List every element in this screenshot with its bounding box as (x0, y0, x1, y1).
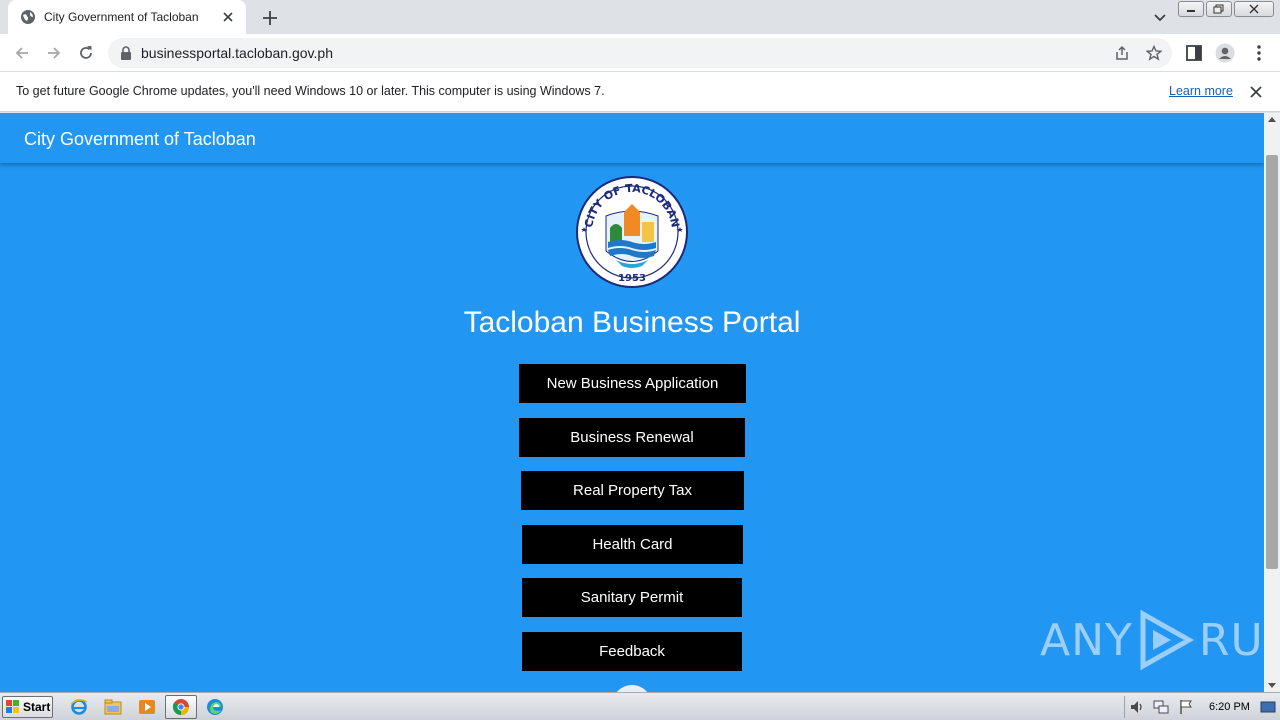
restore-button[interactable] (1206, 1, 1232, 17)
city-seal-logo: CITY OF TACLOBAN 1953 (576, 176, 688, 288)
chrome-icon (172, 699, 189, 715)
floating-action-button[interactable] (612, 685, 652, 692)
windows-taskbar: Start 6:20 PM (0, 692, 1280, 720)
scrollbar-thumb[interactable] (1266, 155, 1278, 569)
svg-text:1953: 1953 (618, 273, 646, 284)
internet-explorer-icon[interactable] (70, 698, 88, 716)
close-window-button[interactable] (1234, 1, 1274, 17)
action-center-flag-icon[interactable] (1177, 698, 1195, 716)
header-title: City Government of Tacloban (24, 129, 256, 149)
forward-icon[interactable] (44, 43, 64, 63)
profile-avatar-icon[interactable] (1215, 43, 1235, 63)
kebab-menu-icon[interactable] (1249, 43, 1269, 63)
feedback-button[interactable]: Feedback (522, 632, 742, 671)
url-text[interactable]: businessportal.tacloban.gov.ph (141, 45, 333, 61)
show-desktop-icon[interactable] (1259, 698, 1277, 716)
file-explorer-icon[interactable] (104, 698, 122, 716)
learn-more-link[interactable]: Learn more (1169, 84, 1233, 98)
start-button[interactable]: Start (2, 696, 53, 718)
start-label: Start (23, 700, 51, 714)
close-icon (1249, 4, 1259, 14)
minimize-button[interactable] (1178, 1, 1204, 17)
media-player-icon[interactable] (138, 698, 156, 716)
chrome-taskbar-button[interactable] (165, 695, 197, 719)
portal-title: Tacloban Business Portal (463, 306, 801, 339)
new-business-application-button[interactable]: New Business Application (519, 364, 746, 403)
edge-icon[interactable] (206, 698, 224, 716)
business-renewal-button[interactable]: Business Renewal (519, 418, 745, 457)
anyrun-watermark: ANY RUN (1040, 608, 1280, 672)
watermark-text-left: ANY (1040, 614, 1133, 666)
taskbar-clock[interactable]: 6:20 PM (1209, 701, 1250, 713)
back-icon[interactable] (12, 43, 32, 63)
browser-toolbar: businessportal.tacloban.gov.ph (0, 34, 1280, 72)
close-infobar-icon[interactable] (1248, 84, 1264, 100)
scroll-down-icon[interactable] (1268, 683, 1276, 688)
chevron-down-icon[interactable] (1152, 9, 1168, 25)
address-bar[interactable]: businessportal.tacloban.gov.ph (108, 38, 1172, 68)
new-tab-icon[interactable] (259, 7, 281, 29)
share-icon[interactable] (1114, 45, 1130, 61)
tray-separator (1124, 696, 1125, 718)
browser-tab[interactable]: City Government of Tacloban (8, 0, 246, 34)
scroll-up-icon[interactable] (1268, 117, 1276, 122)
sanitary-permit-button[interactable]: Sanitary Permit (522, 578, 742, 617)
minimize-icon (1187, 10, 1195, 12)
restore-icon (1213, 4, 1224, 14)
health-card-button[interactable]: Health Card (522, 525, 743, 564)
bookmark-star-icon[interactable] (1146, 45, 1162, 61)
tab-title: City Government of Tacloban (44, 10, 199, 24)
globe-icon (21, 10, 35, 24)
reload-icon[interactable] (76, 43, 96, 63)
volume-icon[interactable] (1128, 698, 1146, 716)
play-triangle-icon (1140, 610, 1194, 670)
page-viewport: City Government of Tacloban CITY OF TACL… (0, 113, 1264, 692)
real-property-tax-button[interactable]: Real Property Tax (521, 471, 744, 510)
infobar-message: To get future Google Chrome updates, you… (16, 84, 605, 98)
update-infobar: To get future Google Chrome updates, you… (0, 72, 1280, 112)
window-controls (1178, 1, 1274, 17)
windows-logo-icon (6, 700, 19, 713)
app-header: City Government of Tacloban (0, 113, 1264, 163)
network-icon[interactable] (1152, 698, 1170, 716)
tab-strip: City Government of Tacloban (0, 0, 1280, 34)
vertical-scrollbar[interactable] (1264, 113, 1280, 692)
lock-icon[interactable] (120, 46, 132, 60)
side-panel-icon[interactable] (1184, 43, 1204, 63)
close-tab-icon[interactable] (220, 9, 236, 25)
